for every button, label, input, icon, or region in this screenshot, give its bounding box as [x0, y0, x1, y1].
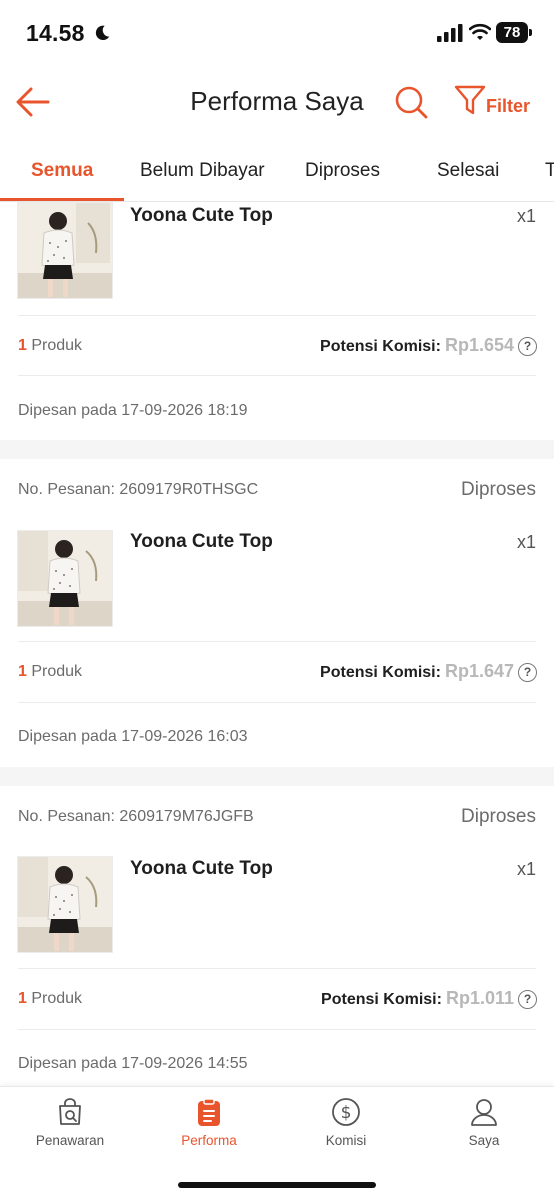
status-time: 14.58 — [26, 20, 85, 46]
divider — [18, 375, 536, 376]
filter-icon — [454, 85, 486, 115]
order-number: No. Pesanan: 2609179M76JGFB — [18, 808, 254, 825]
nav-label: Performa — [181, 1133, 237, 1148]
home-indicator[interactable] — [178, 1182, 376, 1188]
product-quantity: x1 — [516, 859, 536, 879]
divider — [18, 315, 536, 316]
divider — [18, 702, 536, 703]
tab-next-partial[interactable]: T — [545, 160, 554, 182]
product-thumbnail — [17, 530, 113, 627]
potential-commission: Potensi Komisi: Rp1.654? — [320, 335, 537, 356]
product-quantity: x1 — [516, 532, 536, 552]
nav-label: Penawaran — [35, 1133, 105, 1148]
help-icon[interactable]: ? — [518, 337, 537, 356]
order-status: Diproses — [461, 479, 536, 500]
commission-amount: Rp1.654 — [444, 335, 514, 355]
nav-label: Komisi — [325, 1133, 367, 1148]
battery-level: 78 — [496, 22, 528, 43]
order-list[interactable]: Yoona Cute Top x1 1 Produk Potensi Komis… — [0, 202, 554, 1086]
product-count: 1 Produk — [18, 990, 83, 1007]
product-name[interactable]: Yoona Cute Top — [130, 205, 273, 227]
help-icon[interactable]: ? — [518, 663, 537, 682]
dollar-circle-icon: $ — [332, 1098, 360, 1126]
potential-commission: Potensi Komisi: Rp1.011? — [321, 988, 537, 1009]
order-date: Dipesan pada 17-09-2026 14:55 — [18, 1055, 248, 1072]
order-status: Diproses — [461, 806, 536, 827]
tab-belum-dibayar[interactable]: Belum Dibayar — [140, 160, 265, 182]
divider — [18, 641, 536, 642]
filter-label: Filter — [486, 96, 531, 116]
help-icon[interactable]: ? — [518, 990, 537, 1009]
status-tabs: Semua Belum Dibayar Diproses Selesai T — [0, 140, 554, 202]
nav-komisi[interactable]: $ Komisi — [286, 1097, 406, 1157]
order-card[interactable]: No. Pesanan: 2609179R0THSGC Diproses Yoo… — [0, 459, 554, 767]
product-name[interactable]: Yoona Cute Top — [130, 858, 273, 880]
cellular-signal-icon — [437, 24, 463, 42]
bottom-navigation: Penawaran Performa $ Komisi Saya — [0, 1086, 554, 1199]
tab-selesai[interactable]: Selesai — [437, 160, 499, 182]
potential-commission: Potensi Komisi: Rp1.647? — [320, 661, 537, 682]
product-name[interactable]: Yoona Cute Top — [130, 531, 273, 553]
nav-penawaran[interactable]: Penawaran — [10, 1097, 130, 1157]
moon-icon — [95, 25, 110, 41]
order-number: No. Pesanan: 2609179R0THSGC — [18, 481, 259, 498]
commission-amount: Rp1.647 — [444, 661, 514, 681]
product-quantity: x1 — [516, 206, 536, 226]
wifi-icon — [469, 23, 491, 40]
nav-performa[interactable]: Performa — [149, 1097, 269, 1157]
order-date: Dipesan pada 17-09-2026 18:19 — [18, 402, 248, 419]
product-count: 1 Produk — [18, 663, 83, 680]
tab-semua[interactable]: Semua — [31, 160, 93, 182]
battery-icon: 78 — [496, 22, 534, 43]
order-date: Dipesan pada 17-09-2026 16:03 — [18, 728, 248, 745]
bag-icon — [59, 1098, 81, 1125]
tab-diproses[interactable]: Diproses — [305, 160, 380, 182]
product-thumbnail — [17, 856, 113, 953]
commission-amount: Rp1.011 — [445, 988, 514, 1008]
divider — [18, 1029, 536, 1030]
nav-label: Saya — [468, 1133, 500, 1148]
user-icon — [471, 1099, 497, 1126]
order-card[interactable]: No. Pesanan: 2609179M76JGFB Diproses Yoo… — [0, 786, 554, 1086]
status-bar: 14.58 78 — [0, 0, 554, 66]
order-card[interactable]: Yoona Cute Top x1 1 Produk Potensi Komis… — [0, 202, 554, 440]
product-count: 1 Produk — [18, 337, 83, 354]
svg-text:$: $ — [341, 1103, 352, 1123]
search-icon[interactable] — [393, 84, 429, 120]
divider — [18, 968, 536, 969]
nav-saya[interactable]: Saya — [424, 1097, 544, 1157]
product-thumbnail — [17, 202, 113, 299]
active-tab-indicator — [0, 198, 124, 201]
clipboard-icon — [198, 1098, 220, 1126]
filter-button[interactable]: Filter — [454, 84, 544, 120]
app-header: Performa Saya Filter — [0, 66, 554, 140]
